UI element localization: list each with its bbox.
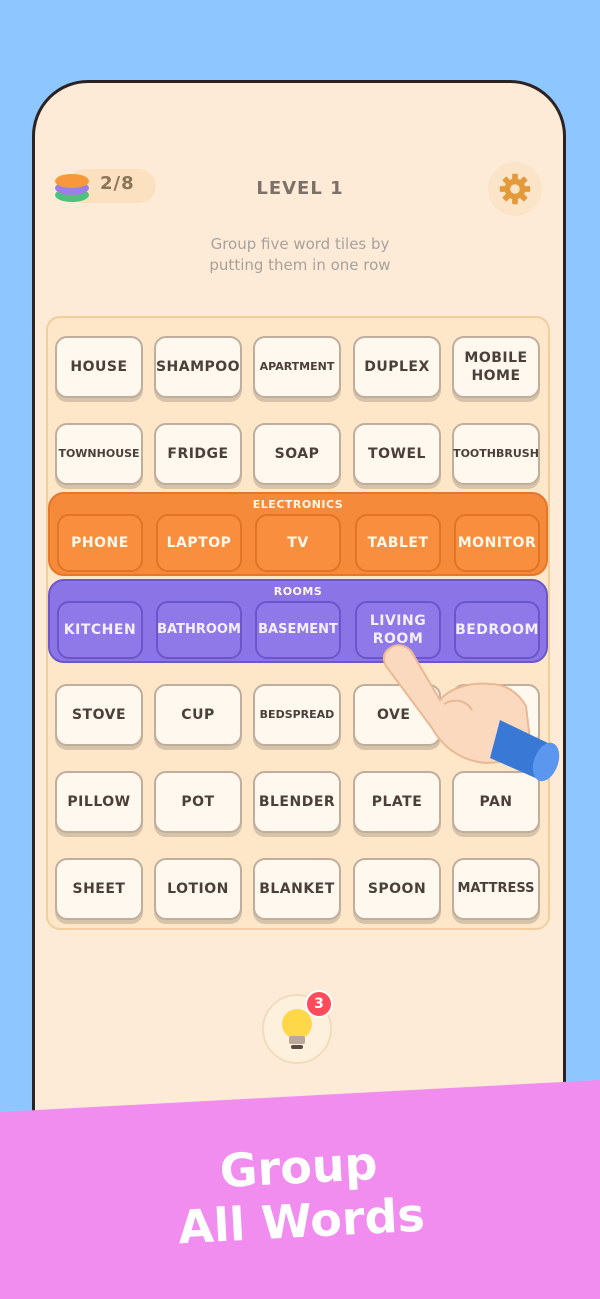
promo-banner xyxy=(0,1080,600,1299)
